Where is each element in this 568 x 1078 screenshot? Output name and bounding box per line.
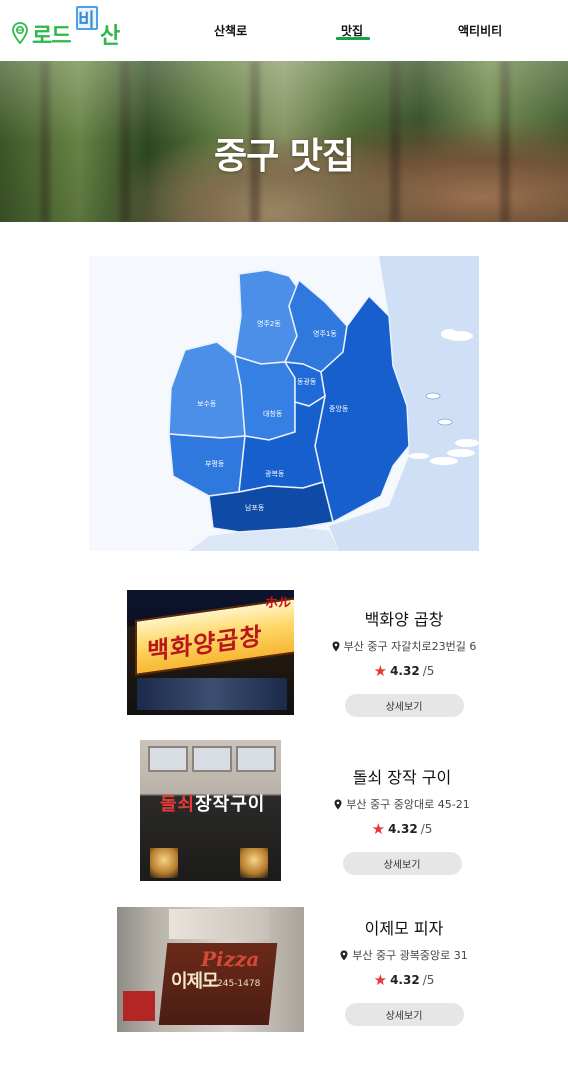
rating-max: /5 xyxy=(422,973,435,987)
photo-sign-kr: 이제모 xyxy=(171,971,219,992)
photo-panel xyxy=(169,909,269,939)
district-yeongju2[interactable] xyxy=(234,269,300,365)
restaurant-photo[interactable]: 백화양곱창 ホル xyxy=(127,590,294,715)
site-header: 로드 비 산 산책로 맛집 액티비티 xyxy=(0,0,568,61)
restaurant-name: 돌쇠 장작 구이 xyxy=(352,768,452,787)
location-pin-icon xyxy=(340,950,348,960)
view-details-button[interactable]: 상세보기 xyxy=(344,1003,464,1026)
view-details-button[interactable]: 상세보기 xyxy=(344,694,464,717)
hero-banner: 중구 맛집 xyxy=(0,61,568,222)
district-label: 영주1동 xyxy=(313,329,337,338)
district-daecheong[interactable] xyxy=(234,354,296,441)
restaurant-card: 돌쇠장작구이 돌쇠 장작 구이 부산 중구 중앙대로 45-21 ★ 4.32 … xyxy=(0,740,568,882)
site-logo[interactable]: 로드 비 산 xyxy=(10,6,122,49)
restaurant-address: 부산 중구 광복중앙로 31 xyxy=(315,947,493,963)
restaurant-address: 부산 중구 자갈치로23번길 6 xyxy=(315,638,493,654)
district-label: 남포동 xyxy=(245,503,265,512)
rating-max: /5 xyxy=(420,822,433,836)
photo-window xyxy=(137,678,287,710)
star-icon: ★ xyxy=(373,662,388,680)
district-label: 대청동 xyxy=(263,410,283,418)
photo-light xyxy=(150,848,178,878)
page-title: 중구 맛집 xyxy=(213,136,355,177)
logo-mark-text: 비 xyxy=(78,10,95,31)
photo-sign-text: 돌쇠장작구이 xyxy=(160,794,266,815)
district-label: 보수동 xyxy=(197,400,217,408)
district-label: 동광동 xyxy=(297,378,317,386)
address-text: 부산 중구 광복중앙로 31 xyxy=(352,949,468,962)
district-bosu[interactable] xyxy=(168,341,246,439)
logo-text-right: 산 xyxy=(100,24,120,49)
restaurant-card: 백화양곱창 ホル 백화양 곱창 부산 중구 자갈치로23번길 6 ★ 4.32 … xyxy=(0,590,568,717)
district-label: 광복동 xyxy=(265,470,285,478)
restaurant-photo[interactable]: Pizza 이제모 245-1478 xyxy=(117,907,304,1032)
map-pin-icon xyxy=(12,22,28,44)
restaurant-rating: ★ 4.32 /5 xyxy=(315,971,493,989)
restaurant-info: 돌쇠 장작 구이 부산 중구 중앙대로 45-21 ★ 4.32 /5 상세보기 xyxy=(313,764,491,875)
logo-text-left: 로드 xyxy=(32,24,71,49)
district-map-svg: 영주2동 영주1동 동광동 보수동 대청동 중앙동 부평동 광복동 남포동 xyxy=(168,256,479,551)
photo-window xyxy=(192,746,232,772)
restaurant-address: 부산 중구 중앙대로 45-21 xyxy=(313,796,491,812)
rating-score: 4.32 xyxy=(390,664,420,678)
star-icon: ★ xyxy=(373,971,388,989)
photo-phone: 245-1478 xyxy=(217,979,261,989)
nav-item-walks[interactable]: 산책로 xyxy=(214,22,247,39)
photo-sign-small: ホル xyxy=(265,596,292,611)
address-text: 부산 중구 자갈치로23번길 6 xyxy=(343,640,477,653)
restaurant-info: 이제모 피자 부산 중구 광복중앙로 31 ★ 4.32 /5 상세보기 xyxy=(315,915,493,1026)
district-label: 부평동 xyxy=(205,459,225,468)
district-label: 영주2동 xyxy=(257,319,281,328)
photo-window xyxy=(148,746,188,772)
restaurant-info: 백화양 곱창 부산 중구 자갈치로23번길 6 ★ 4.32 /5 상세보기 xyxy=(315,606,493,717)
district-map: 영주2동 영주1동 동광동 보수동 대청동 중앙동 부평동 광복동 남포동 xyxy=(89,256,479,551)
restaurant-rating: ★ 4.32 /5 xyxy=(315,662,493,680)
rating-max: /5 xyxy=(422,664,435,678)
photo-side-sign xyxy=(123,991,155,1021)
restaurant-name: 백화양 곱창 xyxy=(364,610,444,629)
district-label: 중앙동 xyxy=(329,405,349,413)
restaurant-name: 이제모 피자 xyxy=(364,919,444,938)
rating-score: 4.32 xyxy=(388,822,418,836)
nav-active-indicator xyxy=(336,37,370,40)
location-pin-icon xyxy=(332,641,340,651)
restaurant-card: Pizza 이제모 245-1478 이제모 피자 부산 중구 광복중앙로 31… xyxy=(0,907,568,1033)
restaurant-rating: ★ 4.32 /5 xyxy=(313,820,491,838)
photo-light xyxy=(240,848,268,878)
location-pin-icon xyxy=(334,799,342,809)
restaurant-photo[interactable]: 돌쇠장작구이 xyxy=(140,740,281,881)
address-text: 부산 중구 중앙대로 45-21 xyxy=(346,798,470,811)
view-details-button[interactable]: 상세보기 xyxy=(342,852,462,875)
rating-score: 4.32 xyxy=(390,973,420,987)
photo-window xyxy=(236,746,276,772)
nav-item-activities[interactable]: 액티비티 xyxy=(458,22,502,39)
star-icon: ★ xyxy=(371,820,386,838)
